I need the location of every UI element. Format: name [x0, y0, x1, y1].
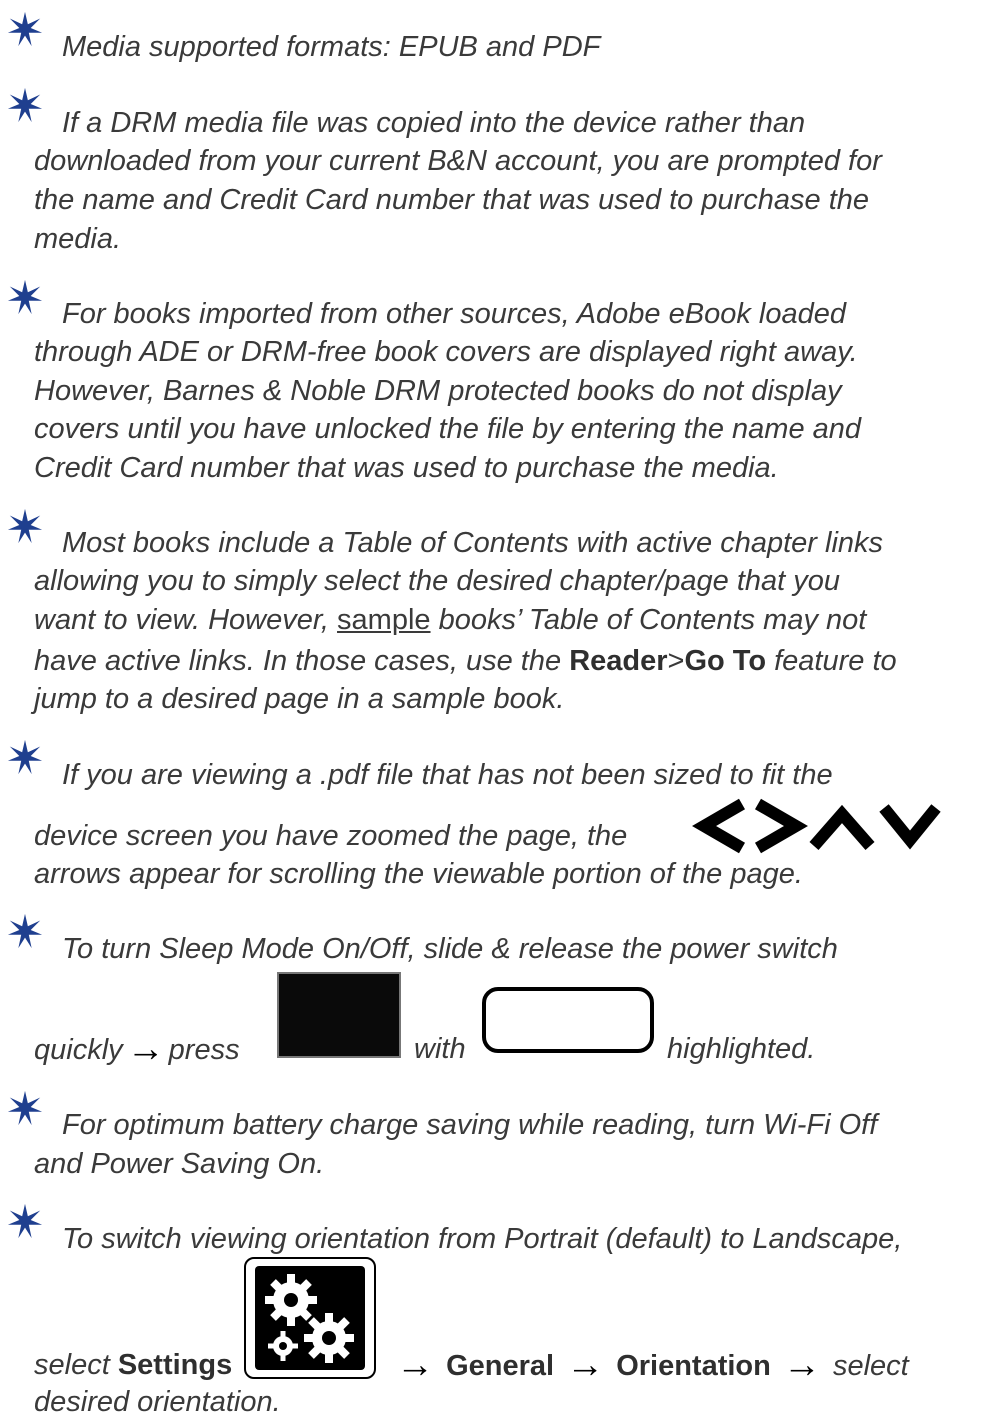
- bullet-2-line-3: the name and Credit Card number that was…: [34, 184, 870, 216]
- general-label: General: [446, 1350, 555, 1382]
- gears-icon: [244, 1257, 376, 1379]
- star-icon: [6, 1089, 44, 1127]
- reader-menu-label: Reader: [569, 645, 668, 677]
- settings-label: Settings: [117, 1349, 233, 1381]
- moon-button: [482, 987, 654, 1053]
- bullet-4-line-5: jump to a desired page in a sample book.: [34, 683, 565, 715]
- bullet-5-line-1: If you are viewing a .pdf file that has …: [62, 759, 833, 791]
- bullet-7-line-2: and Power Saving On.: [34, 1148, 325, 1180]
- up-chevron-icon: [809, 804, 875, 850]
- text-span: select: [34, 1349, 118, 1381]
- highlighted-label: highlighted.: [667, 1033, 816, 1065]
- sample-word: sample: [337, 604, 431, 636]
- bullet-4-line-1: Most books include a Table of Contents w…: [62, 527, 884, 559]
- right-arrow-icon: →: [782, 1344, 821, 1386]
- bullet-8-line-2b: → General → Orientation → select: [392, 1346, 909, 1385]
- text-span: press: [168, 1034, 240, 1066]
- right-arrow-icon: →: [126, 1028, 165, 1070]
- bullet-8-line-1: To switch viewing orientation from Portr…: [62, 1223, 903, 1255]
- bullet-5-line-3: arrows appear for scrolling the viewable…: [34, 858, 803, 890]
- bullet-3-line-1: For books imported from other sources, A…: [62, 298, 846, 330]
- right-chevron-icon: [754, 798, 808, 854]
- star-icon: [6, 1202, 44, 1240]
- bullet-7-line-1: For optimum battery charge saving while …: [62, 1109, 878, 1141]
- bullet-4-line-4: have active links. In those cases, use t…: [34, 642, 897, 680]
- right-arrow-icon: →: [396, 1344, 434, 1386]
- text-span: quickly: [34, 1034, 123, 1066]
- moon-icon: [563, 1001, 580, 1035]
- bullet-3-line-4: covers until you have unlocked the file …: [34, 413, 862, 445]
- text-span: have active links. In those cases, use t…: [34, 645, 570, 677]
- bullet-2-line-4: media.: [34, 223, 122, 255]
- bullet-2-line-1: If a DRM media file was copied into the …: [62, 107, 806, 139]
- orientation-label: Orientation: [616, 1350, 771, 1382]
- bullet-2-line-2: downloaded from your current B&N account…: [34, 145, 882, 177]
- text-span: select: [832, 1350, 909, 1382]
- black-button-icon: [277, 972, 401, 1058]
- bullet-4-line-2: allowing you to simply select the desire…: [34, 565, 841, 597]
- right-arrow-icon: →: [566, 1344, 605, 1386]
- goto-menu-label: Go To: [684, 645, 767, 677]
- with-label: with: [414, 1033, 466, 1065]
- text-span: books’ Table of Contents may not: [430, 604, 867, 636]
- bullet-1-line-1: Media supported formats: EPUB and PDF: [62, 31, 601, 63]
- down-chevron-icon: [879, 804, 941, 850]
- bullet-6-line-1: To turn Sleep Mode On/Off, slide & relea…: [62, 933, 838, 965]
- bullet-3-line-3: However, Barnes & Noble DRM protected bo…: [34, 375, 842, 407]
- bullet-5-line-2: device screen you have zoomed the page, …: [34, 820, 628, 852]
- text-span: want to view. However,: [34, 604, 338, 636]
- star-icon: [6, 10, 44, 48]
- star-icon: [6, 86, 44, 124]
- bullet-4-line-3: want to view. However, sample books’ Tab…: [34, 601, 866, 639]
- star-icon: [6, 507, 44, 545]
- bullet-3-line-2: through ADE or DRM-free book covers are …: [34, 336, 858, 368]
- nav-arrows: [690, 798, 942, 859]
- bullet-8-line-2a: select Settings: [34, 1346, 232, 1384]
- star-icon: [6, 278, 44, 316]
- menu-separator: >: [667, 645, 685, 677]
- left-chevron-icon: [692, 798, 746, 854]
- bullet-8-line-3: desired orientation.: [34, 1386, 281, 1418]
- text-span: feature to: [766, 645, 897, 677]
- bullet-3-line-5: Credit Card number that was used to purc…: [34, 452, 779, 484]
- star-icon: [6, 738, 44, 776]
- bullet-6-line-2: quickly → press: [34, 1030, 240, 1069]
- star-icon: [6, 912, 44, 950]
